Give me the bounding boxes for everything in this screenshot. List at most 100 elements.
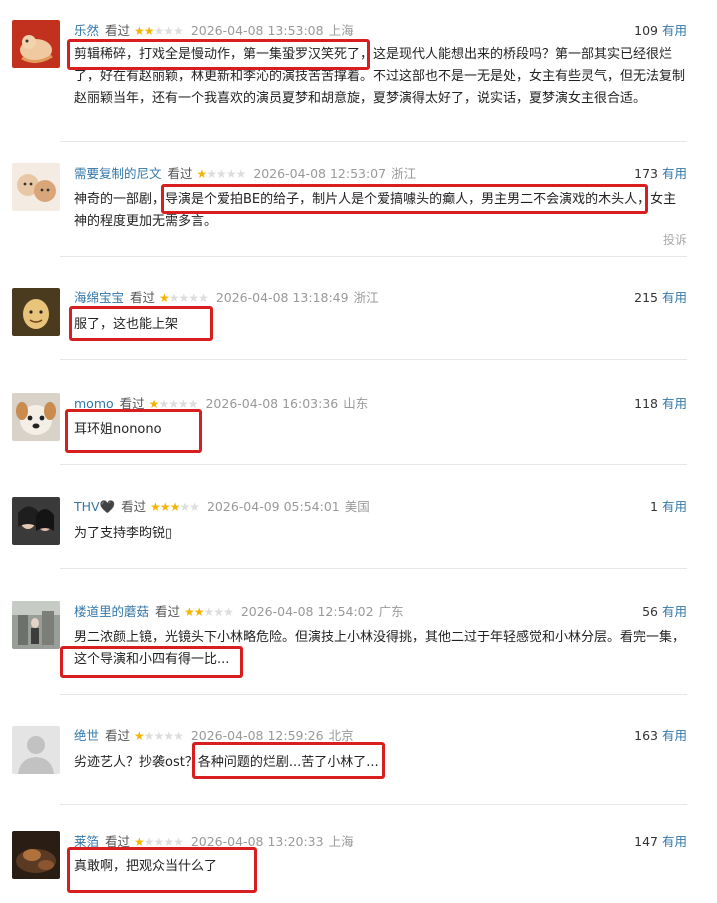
username-link[interactable]: momo <box>74 396 114 411</box>
comment-text: 神奇的一部剧，导演是个爱拍BE的给子，制片人是个爱搞噱头的癫人，男主男二不会演戏… <box>74 189 690 233</box>
comment-line: 为了支持李昀锐▯ <box>74 526 173 541</box>
avatar[interactable] <box>12 393 60 441</box>
username-link[interactable]: THV🖤 <box>74 499 115 514</box>
divider <box>60 141 687 142</box>
comment-text: 服了，这也能上架 <box>74 314 690 336</box>
username-link[interactable]: 需要复制的尼文 <box>74 166 162 181</box>
comment-meta: momo 看过 ★★★★★ 2026-04-08 16:03:36 山东 <box>74 395 368 413</box>
divider <box>60 256 687 257</box>
comment-location: 上海 <box>328 23 354 38</box>
comment-time: 2026-04-08 13:18:49 <box>215 290 349 305</box>
vote-count: 147 <box>634 834 658 849</box>
comment-location: 上海 <box>328 834 354 849</box>
comment-location: 浙江 <box>391 166 417 181</box>
comment-line: 这个导演和小四有得一比... <box>74 652 230 667</box>
comment-text: 为了支持李昀锐▯ <box>74 523 690 545</box>
username-link[interactable]: 绝世 <box>74 728 99 743</box>
avatar[interactable] <box>12 831 60 879</box>
comment-line: 劣迹艺人？抄袭ost？各种问题的烂剧...苦了小林了... <box>74 755 379 770</box>
vote-count: 109 <box>634 23 658 38</box>
comment-text: 剪辑稀碎，打戏全是慢动作，第一集蛩罗汉笑死了，这是现代人能想出来的桥段吗？第一部… <box>74 44 690 110</box>
useful-vote[interactable]: 109 有用 <box>634 22 687 40</box>
vote-count: 56 <box>642 604 658 619</box>
comment-line: 神的程度更加无需多言。 <box>74 214 218 229</box>
watched-label: 看过 <box>105 728 131 743</box>
comment-time: 2026-04-08 16:03:36 <box>205 396 339 411</box>
rating-stars: ★★★★★ <box>134 835 184 849</box>
avatar[interactable] <box>12 163 60 211</box>
vote-count: 163 <box>634 728 658 743</box>
useful-vote[interactable]: 147 有用 <box>634 833 687 851</box>
comment-meta: 莱箔 看过 ★★★★★ 2026-04-08 13:20:33 上海 <box>74 833 354 851</box>
useful-button[interactable]: 有用 <box>662 166 687 181</box>
username-link[interactable]: 海绵宝宝 <box>74 290 124 305</box>
comment-text: 真敢啊，把观众当什么了 <box>74 856 690 878</box>
username-link[interactable]: 莱箔 <box>74 834 99 849</box>
username-link[interactable]: 楼道里的蘑菇 <box>74 604 149 619</box>
comment-time: 2026-04-08 12:53:07 <box>253 166 387 181</box>
comment-meta: 需要复制的尼文 看过 ★★★★★ 2026-04-08 12:53:07 浙江 <box>74 165 416 183</box>
useful-button[interactable]: 有用 <box>662 728 687 743</box>
comment-meta: THV🖤 看过 ★★★★★ 2026-04-09 05:54:01 美国 <box>74 498 370 516</box>
useful-button[interactable]: 有用 <box>662 396 687 411</box>
comment-meta: 楼道里的蘑菇 看过 ★★★★★ 2026-04-08 12:54:02 广东 <box>74 603 404 621</box>
comment-location: 北京 <box>328 728 354 743</box>
comment-time: 2026-04-09 05:54:01 <box>206 499 340 514</box>
vote-count: 215 <box>634 290 658 305</box>
avatar[interactable] <box>12 497 60 545</box>
comment-meta: 乐然 看过 ★★★★★ 2026-04-08 13:53:08 上海 <box>74 22 354 40</box>
comment-time: 2026-04-08 12:54:02 <box>240 604 374 619</box>
avatar[interactable] <box>12 726 60 774</box>
comment-location: 美国 <box>344 499 370 514</box>
useful-vote[interactable]: 215 有用 <box>634 289 687 307</box>
vote-count: 173 <box>634 166 658 181</box>
divider <box>60 694 687 695</box>
watched-label: 看过 <box>155 604 181 619</box>
comment-line: 服了，这也能上架 <box>74 317 179 332</box>
comment-text: 男二浓颜上镜，光镜头下小林略危险。但演技上小林没得挑，其他二过于年轻感觉和小林分… <box>74 627 690 671</box>
comment-text: 劣迹艺人？抄袭ost？各种问题的烂剧...苦了小林了... <box>74 752 690 774</box>
useful-vote[interactable]: 163 有用 <box>634 727 687 745</box>
comment-location: 山东 <box>343 396 369 411</box>
useful-vote[interactable]: 118 有用 <box>634 395 687 413</box>
avatar[interactable] <box>12 288 60 336</box>
divider <box>60 359 687 360</box>
watched-label: 看过 <box>119 396 145 411</box>
comment-time: 2026-04-08 13:53:08 <box>190 23 324 38</box>
rating-stars: ★★★★★ <box>134 24 184 38</box>
useful-vote[interactable]: 56 有用 <box>642 603 687 621</box>
watched-label: 看过 <box>105 23 131 38</box>
watched-label: 看过 <box>167 166 193 181</box>
watched-label: 看过 <box>105 834 131 849</box>
avatar[interactable] <box>12 20 60 68</box>
useful-button[interactable]: 有用 <box>662 23 687 38</box>
divider <box>60 568 687 569</box>
rating-stars: ★★★★★ <box>150 500 200 514</box>
rating-stars: ★★★★★ <box>134 729 184 743</box>
comment-meta: 绝世 看过 ★★★★★ 2026-04-08 12:59:26 北京 <box>74 727 354 745</box>
watched-label: 看过 <box>121 499 147 514</box>
comment-line: 了，好在有赵丽颖，林更新和李沁的演技苦苦撑着。不过这部也不是一无是处，女主有些灵… <box>74 69 686 84</box>
vote-count: 118 <box>634 396 658 411</box>
useful-button[interactable]: 有用 <box>662 499 687 514</box>
rating-stars: ★★★★★ <box>159 291 209 305</box>
username-link[interactable]: 乐然 <box>74 23 99 38</box>
useful-button[interactable]: 有用 <box>662 604 687 619</box>
useful-vote[interactable]: 1 有用 <box>650 498 687 516</box>
comment-line: 男二浓颜上镜，光镜头下小林略危险。但演技上小林没得挑，其他二过于年轻感觉和小林分… <box>74 630 686 645</box>
avatar[interactable] <box>12 601 60 649</box>
comment-line: 神奇的一部剧，导演是个爱拍BE的给子，制片人是个爱搞噱头的癫人，男主男二不会演戏… <box>74 192 677 207</box>
comment-line: 剪辑稀碎，打戏全是慢动作，第一集蛩罗汉笑死了，这是现代人能想出来的桥段吗？第一部… <box>74 47 673 62</box>
useful-button[interactable]: 有用 <box>662 290 687 305</box>
divider <box>60 464 687 465</box>
comment-time: 2026-04-08 12:59:26 <box>190 728 324 743</box>
vote-count: 1 <box>650 499 658 514</box>
useful-button[interactable]: 有用 <box>662 834 687 849</box>
comment-text: 耳环姐nonono <box>74 419 690 441</box>
comment-time: 2026-04-08 13:20:33 <box>190 834 324 849</box>
comment-location: 浙江 <box>353 290 379 305</box>
useful-vote[interactable]: 173 有用 <box>634 165 687 183</box>
comment-line: 真敢啊，把观众当什么了 <box>74 859 218 874</box>
watched-label: 看过 <box>130 290 156 305</box>
report-button[interactable]: 投诉 <box>663 231 687 248</box>
